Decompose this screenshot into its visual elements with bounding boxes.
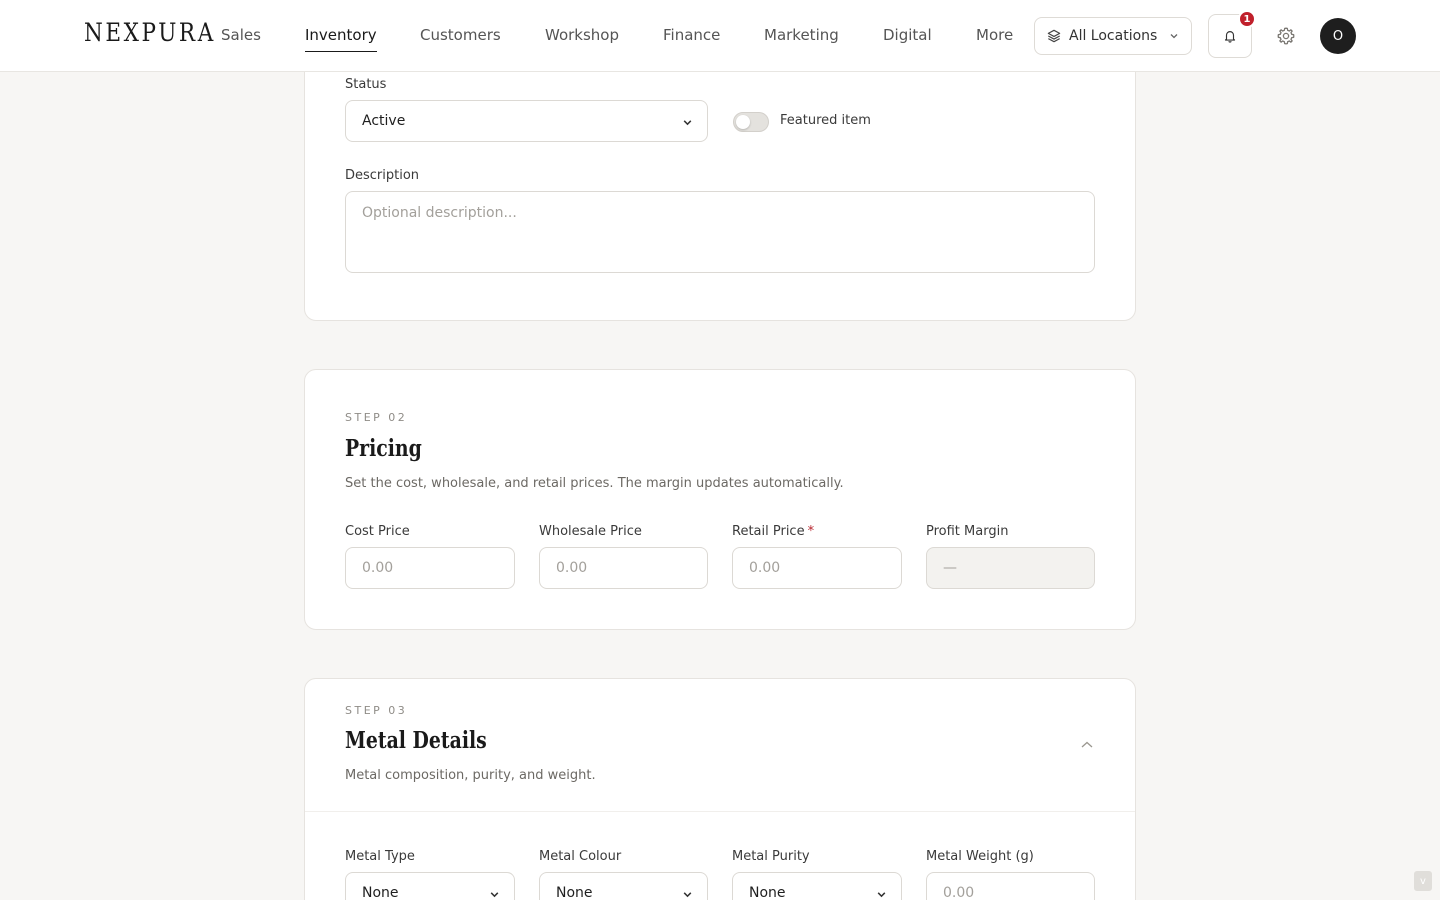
status-select-value: Active (362, 113, 406, 129)
metal-weight-input[interactable]: 0.00 (926, 872, 1095, 900)
metal-step-label: STEP 03 (345, 704, 408, 717)
featured-item-toggle[interactable] (733, 112, 769, 132)
bell-icon (1224, 31, 1236, 43)
section-divider (305, 811, 1135, 812)
nav-item-marketing[interactable]: Marketing (764, 26, 839, 44)
metal-colour-select[interactable]: None (539, 872, 708, 900)
required-asterisk: * (807, 524, 815, 539)
metal-purity-select[interactable]: None (732, 872, 902, 900)
profit-margin-label: Profit Margin (926, 524, 1008, 539)
metal-title: Metal Details (345, 727, 487, 754)
brand-logo[interactable]: NEXPURA (84, 18, 216, 47)
status-select[interactable]: Active (345, 100, 708, 142)
description-label: Description (345, 168, 420, 183)
gear-icon (1277, 27, 1295, 45)
nav-item-sales[interactable]: Sales (221, 26, 261, 44)
pricing-description: Set the cost, wholesale, and retail pric… (345, 476, 844, 491)
metal-colour-value: None (556, 885, 593, 900)
wholesale-price-label: Wholesale Price (539, 524, 642, 539)
status-label: Status (345, 77, 387, 92)
nav-item-workshop[interactable]: Workshop (545, 26, 619, 44)
pricing-step-label: STEP 02 (345, 411, 408, 424)
profit-margin-label-text: Profit Margin (926, 524, 1009, 539)
nav-item-inventory[interactable]: Inventory (305, 26, 377, 52)
chevron-down-icon (683, 120, 692, 126)
nav-item-finance[interactable]: Finance (663, 26, 720, 44)
cost-price-label-text: Cost Price (345, 524, 410, 539)
metal-colour-label: Metal Colour (539, 849, 622, 864)
chevron-down-icon (1170, 34, 1178, 39)
scroll-down-button[interactable]: v (1414, 871, 1432, 891)
chevron-down-icon (877, 892, 886, 898)
pricing-card: STEP 02 Pricing Set the cost, wholesale,… (304, 369, 1136, 630)
nav-item-more[interactable]: More (976, 26, 1013, 44)
metal-description: Metal composition, purity, and weight. (345, 768, 596, 783)
retail-price-label-text: Retail Price (732, 524, 805, 539)
featured-item-label: Featured item (780, 113, 871, 128)
nav-item-digital[interactable]: Digital (883, 26, 932, 44)
chevron-down-icon (490, 892, 499, 898)
profit-margin-readout: — (926, 547, 1095, 589)
wholesale-price-label-text: Wholesale Price (539, 524, 642, 539)
location-selector-button[interactable]: All Locations (1034, 17, 1192, 55)
metal-weight-label: Metal Weight (g) (926, 849, 1034, 864)
user-avatar[interactable]: O (1320, 18, 1356, 54)
chevron-up-icon[interactable] (1080, 740, 1094, 750)
top-navigation-bar: NEXPURA Sales Inventory Customers Worksh… (0, 0, 1440, 72)
location-selector-label: All Locations (1069, 28, 1158, 44)
settings-button[interactable] (1274, 24, 1298, 48)
toggle-knob (736, 115, 750, 129)
pricing-title: Pricing (345, 435, 422, 462)
notification-count-badge: 1 (1238, 10, 1256, 28)
description-textarea[interactable]: Optional description... (345, 191, 1095, 273)
metal-details-card: STEP 03 Metal Details Metal composition,… (304, 678, 1136, 900)
metal-type-label: Metal Type (345, 849, 415, 864)
nav-item-customers[interactable]: Customers (420, 26, 501, 44)
chevron-down-icon (683, 892, 692, 898)
layers-icon (1047, 29, 1061, 43)
retail-price-label: Retail Price * (732, 524, 814, 539)
metal-type-value: None (362, 885, 399, 900)
wholesale-price-input[interactable]: 0.00 (539, 547, 708, 589)
metal-type-select[interactable]: None (345, 872, 515, 900)
metal-purity-label: Metal Purity (732, 849, 810, 864)
cost-price-label: Cost Price (345, 524, 410, 539)
cost-price-input[interactable]: 0.00 (345, 547, 515, 589)
retail-price-input[interactable]: 0.00 (732, 547, 902, 589)
metal-purity-value: None (749, 885, 786, 900)
